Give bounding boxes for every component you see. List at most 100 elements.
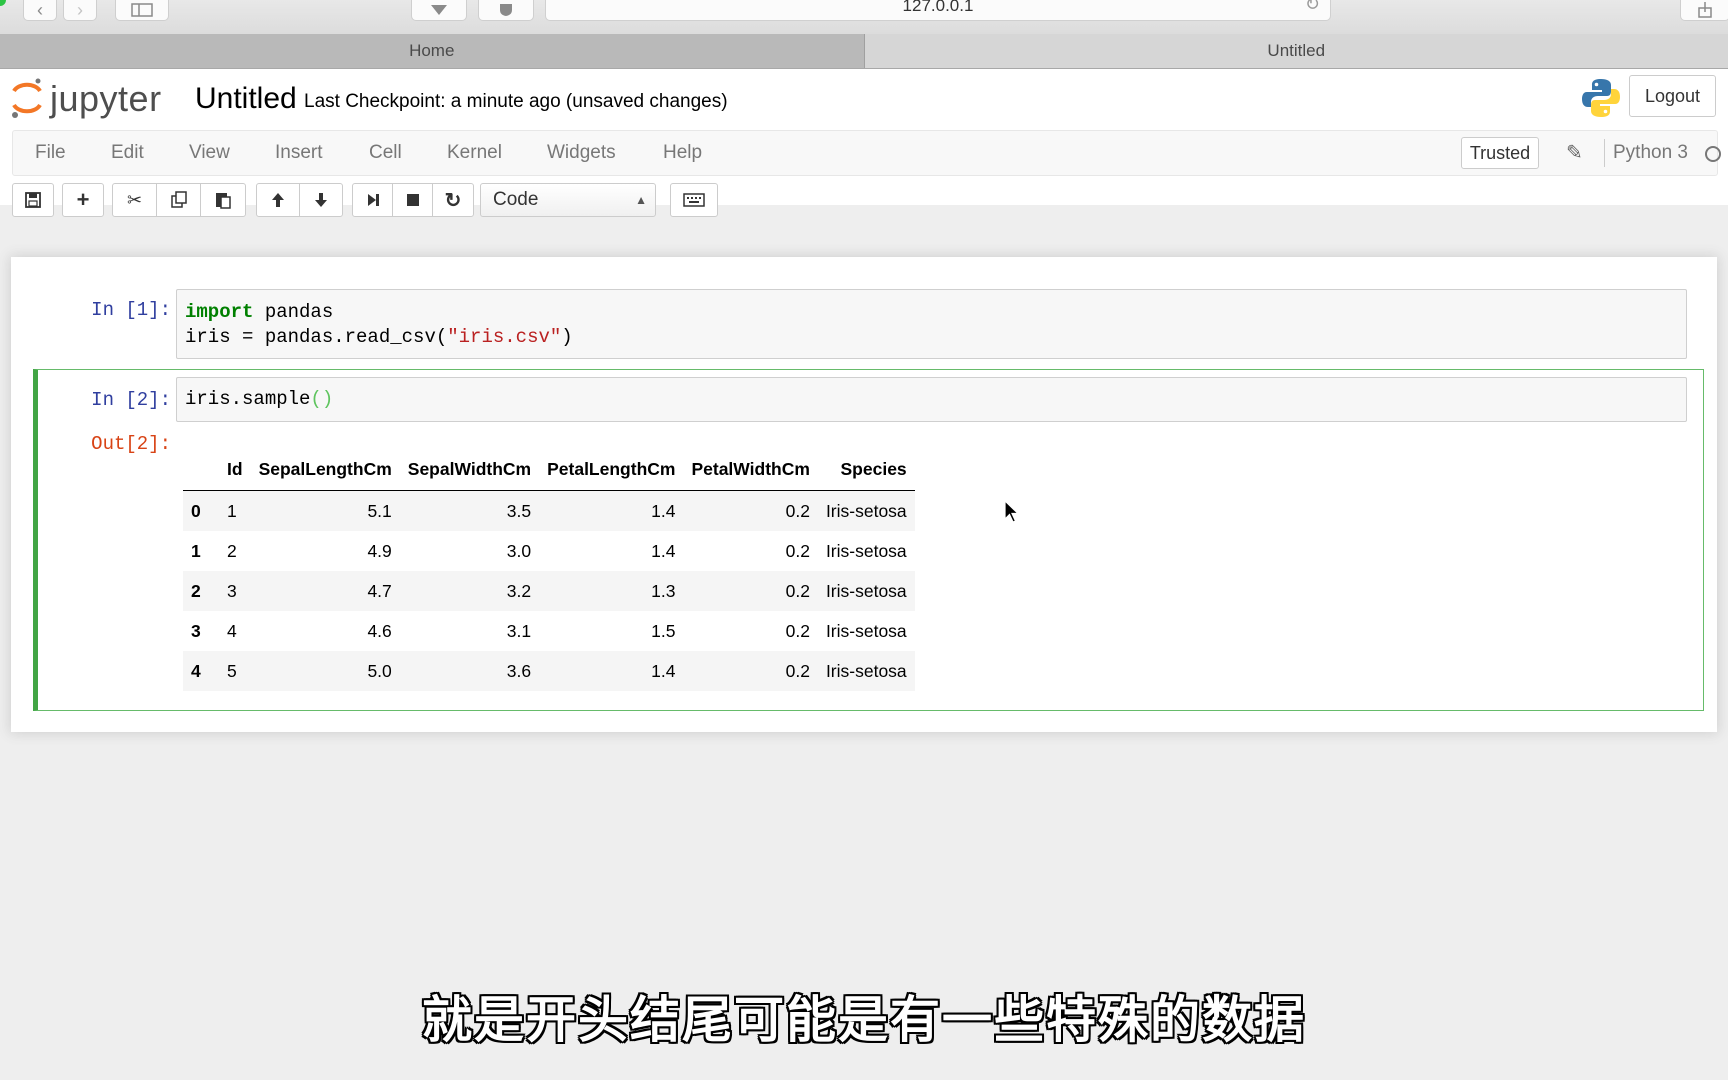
- table-cell: 1.3: [651, 580, 676, 601]
- cut-icon[interactable]: ✂: [112, 183, 157, 217]
- row-index: 2: [191, 580, 201, 601]
- table-cell: 0.2: [785, 540, 810, 561]
- table-cell: 5.0: [367, 660, 392, 681]
- table-cell: 3.5: [506, 500, 532, 521]
- table-row: 2 3 4.7 3.2 1.3 0.2 Iris-setosa: [183, 571, 915, 611]
- table-cell: 3: [227, 580, 237, 601]
- shield-icon[interactable]: [478, 0, 534, 21]
- table-cell: 1.5: [651, 620, 676, 641]
- table-cell: 1.4: [651, 540, 676, 561]
- save-icon[interactable]: [12, 183, 54, 217]
- table-header-cell: [183, 448, 219, 491]
- cell-type-select[interactable]: Code ▲: [480, 183, 656, 217]
- kernel-divider: [1604, 139, 1605, 167]
- cell-2-output-prompt: Out[2]:: [91, 433, 171, 455]
- table-cell: 4.9: [367, 540, 392, 561]
- cell-2-code-editor[interactable]: iris.sample(): [176, 377, 1687, 422]
- menu-cell[interactable]: Cell: [369, 131, 402, 175]
- forward-icon[interactable]: ›: [63, 0, 97, 21]
- table-cell: 3.2: [506, 580, 532, 601]
- table-header-cell: SepalLengthCm: [250, 448, 400, 491]
- arrow-down-icon[interactable]: [299, 183, 343, 217]
- notebook-toolbar: + ✂ ↻ Code ▲: [0, 183, 1728, 221]
- table-cell: 0.2: [785, 620, 810, 641]
- back-icon[interactable]: ‹: [23, 0, 57, 21]
- code-string: "iris.csv": [447, 326, 562, 348]
- table-cell: 4.7: [367, 580, 392, 601]
- checkpoint-status: Last Checkpoint: a minute ago (unsaved c…: [304, 91, 728, 112]
- logout-button[interactable]: Logout: [1629, 75, 1716, 117]
- code-text: iris = pandas.read_csv(: [185, 326, 448, 348]
- pencil-icon[interactable]: ✎: [1566, 140, 1583, 165]
- select-arrows-icon: ▲: [635, 193, 647, 207]
- table-header-cell: Species: [817, 448, 915, 491]
- browser-toolbar: ‹ › 127.0.0.1 ↻: [0, 0, 1728, 35]
- browser-tab-strip: Home Untitled: [0, 34, 1728, 69]
- table-header-cell: PetalLengthCm: [539, 448, 684, 491]
- copy-icon[interactable]: [156, 183, 201, 217]
- code-keyword: import: [185, 301, 254, 323]
- paste-icon[interactable]: [200, 183, 246, 217]
- mouse-cursor-icon: [1004, 499, 1020, 529]
- address-bar[interactable]: 127.0.0.1 ↻: [545, 0, 1331, 21]
- dataframe-table: Id SepalLengthCm SepalWidthCm PetalLengt…: [183, 448, 915, 691]
- menu-insert[interactable]: Insert: [275, 131, 323, 175]
- table-row: 0 1 5.1 3.5 1.4 0.2 Iris-setosa: [183, 490, 915, 531]
- cell-1-prompt: In [1]:: [91, 299, 171, 321]
- arrow-up-icon[interactable]: [256, 183, 300, 217]
- menu-help[interactable]: Help: [663, 131, 702, 175]
- table-cell: 2: [227, 540, 237, 561]
- table-cell: Iris-setosa: [825, 620, 907, 641]
- code-line: import pandas: [185, 300, 1678, 325]
- menu-widgets[interactable]: Widgets: [547, 131, 616, 175]
- table-cell: 4: [227, 620, 237, 641]
- reload-icon[interactable]: ↻: [1305, 0, 1320, 13]
- code-text: ): [561, 326, 573, 348]
- code-text: iris.sample: [185, 388, 311, 410]
- plus-icon[interactable]: +: [62, 183, 104, 217]
- code-text: pandas: [253, 301, 334, 323]
- sidebar-icon[interactable]: [115, 0, 169, 21]
- menubar: File Edit View Insert Cell Kernel Widget…: [12, 130, 1721, 176]
- tab-home[interactable]: Home: [0, 34, 865, 68]
- table-cell: Iris-setosa: [825, 660, 907, 681]
- stop-icon[interactable]: [392, 183, 433, 217]
- jupyter-logo-icon: [12, 78, 42, 118]
- run-icon[interactable]: [352, 183, 393, 217]
- table-cell: Iris-setosa: [825, 580, 907, 601]
- table-cell: Iris-setosa: [825, 540, 907, 561]
- row-index: 0: [191, 500, 201, 521]
- row-index: 4: [191, 660, 201, 681]
- extension-icon[interactable]: [411, 0, 467, 21]
- table-row: 4 5 5.0 3.6 1.4 0.2 Iris-setosa: [183, 651, 915, 691]
- share-icon[interactable]: [1680, 0, 1728, 21]
- menu-file[interactable]: File: [35, 131, 66, 175]
- cell-1-code-editor[interactable]: import pandas iris = pandas.read_csv("ir…: [176, 289, 1687, 359]
- table-row: 1 2 4.9 3.0 1.4 0.2 Iris-setosa: [183, 531, 915, 571]
- menu-edit[interactable]: Edit: [111, 131, 144, 175]
- table-cell: 1.4: [651, 660, 676, 681]
- menu-kernel[interactable]: Kernel: [447, 131, 502, 175]
- kernel-name: Python 3: [1613, 142, 1688, 163]
- table-cell: 4.6: [367, 620, 392, 641]
- cell-2-prompt: In [2]:: [91, 389, 171, 411]
- tab-untitled[interactable]: Untitled: [864, 34, 1728, 68]
- tab-untitled-label: Untitled: [1267, 41, 1326, 60]
- jupyter-logo-text: jupyter: [50, 78, 162, 119]
- window-zoom-button[interactable]: [0, 0, 6, 6]
- url-text: 127.0.0.1: [902, 0, 974, 15]
- code-line: iris = pandas.read_csv("iris.csv"): [185, 325, 1678, 350]
- table-row: 3 4 4.6 3.1 1.5 0.2 Iris-setosa: [183, 611, 915, 651]
- jupyter-logo[interactable]: jupyter: [10, 77, 162, 121]
- trusted-button[interactable]: Trusted: [1461, 137, 1539, 169]
- cell-type-value: Code: [493, 189, 539, 210]
- video-subtitle: 就是开头结尾可能是有一些特殊的数据: [422, 991, 1306, 1049]
- menu-view[interactable]: View: [189, 131, 230, 175]
- restart-icon[interactable]: ↻: [432, 183, 474, 217]
- table-header-cell: Id: [219, 448, 251, 491]
- keyboard-icon[interactable]: [670, 183, 718, 217]
- table-header-cell: SepalWidthCm: [399, 448, 540, 491]
- table-cell: 0.2: [785, 500, 810, 521]
- table-cell: 0.2: [785, 580, 810, 601]
- notebook-name[interactable]: Untitled: [195, 82, 297, 116]
